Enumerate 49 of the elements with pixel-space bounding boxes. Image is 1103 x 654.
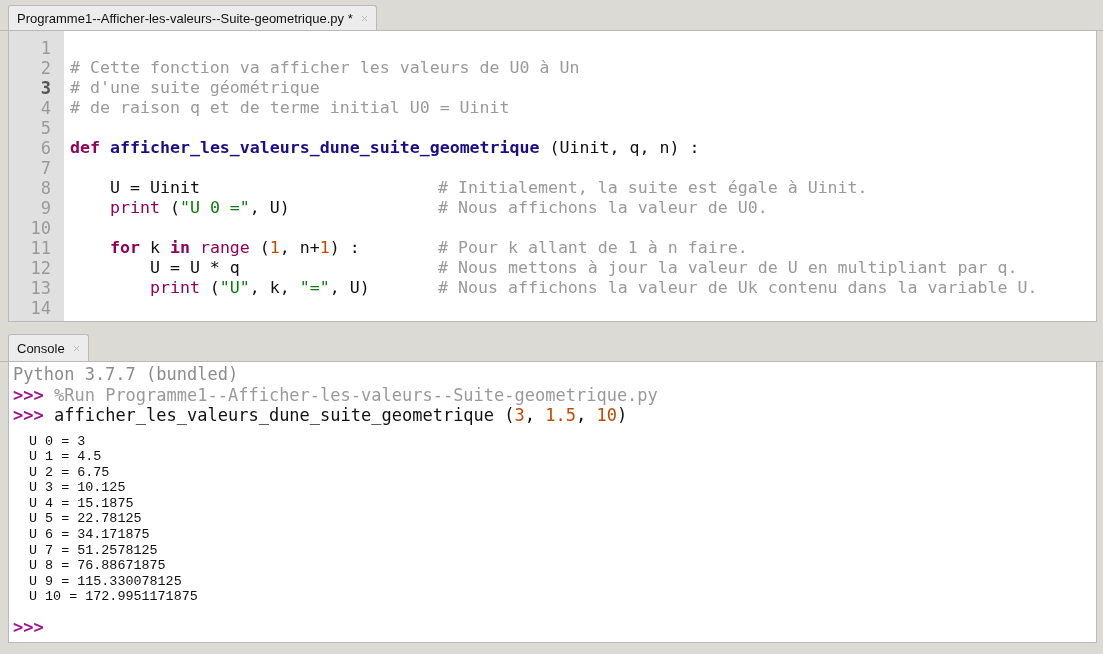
code-line: def afficher_les_valeurs_dune_suite_geometrique (Uinit, q, n) : xyxy=(70,138,700,157)
line-number: 7 xyxy=(39,158,52,178)
code-comment: # Initialement, la suite est égale à Uinit. xyxy=(438,178,868,198)
console-output: U 9 = 115.330078125 xyxy=(29,573,182,589)
console-output: U 4 = 15.1875 xyxy=(29,495,134,511)
console-output: U 1 = 4.5 xyxy=(29,449,102,465)
line-number: 8 xyxy=(39,178,52,198)
console-tab[interactable]: Console xyxy=(8,334,89,361)
prompt-marker[interactable]: >>> xyxy=(13,617,44,638)
interpreter-version-text: Python 3.7.7 (bundled) xyxy=(13,364,239,385)
code-comment: # Pour k allant de 1 à n faire. xyxy=(438,238,748,258)
line-number: 11 xyxy=(29,238,52,258)
code-line: # de raison q et de terme initial U0 = Uinit xyxy=(70,98,510,117)
line-number: 9 xyxy=(39,198,52,218)
code-comment: # Nous affichons la valeur de Uk contenu dans la variable U. xyxy=(438,278,1038,298)
close-icon[interactable] xyxy=(72,344,80,352)
line-number: 4 xyxy=(39,98,52,118)
code-line: print ("U 0 =", U) xyxy=(108,198,290,217)
console-output: U 2 = 6.75 xyxy=(29,464,110,480)
line-number: 10 xyxy=(29,218,52,238)
code-comment: # Nous mettons à jour la valeur de U en multipliant par q. xyxy=(438,258,1018,278)
code-line: for k in range (1, n+1) : xyxy=(108,238,360,257)
console-output: U 8 = 76.88671875 xyxy=(29,558,166,574)
console-command: afficher_les_valeurs_dune_suite_geometrique (3, 1.5, 10) xyxy=(53,405,628,426)
console-output: U 5 = 22.78125 xyxy=(29,511,142,527)
code-comment: # Nous affichons la valeur de U0. xyxy=(438,198,768,218)
code-line: U = U * q xyxy=(148,258,240,277)
close-icon[interactable] xyxy=(360,14,368,22)
console-output: U 6 = 34.171875 xyxy=(29,527,150,543)
line-number: 5 xyxy=(39,118,52,138)
line-number: 12 xyxy=(29,258,52,278)
editor-tab[interactable]: Programme1--Afficher-les-valeurs--Suite-geometrique.py * xyxy=(8,5,377,30)
prompt-marker: >>> xyxy=(13,405,45,426)
line-number: 13 xyxy=(29,278,52,298)
line-number: 1 xyxy=(39,38,52,58)
code-line: # Cette fonction va afficher les valeurs de U0 à Un xyxy=(70,58,580,77)
line-number: 2 xyxy=(39,58,52,78)
console-output: U 7 = 51.2578125 xyxy=(29,542,158,558)
console-command: %Run Programme1--Afficher-les-valeurs--Suite-geometrique.py xyxy=(53,384,658,405)
code-line: # d'une suite géométrique xyxy=(70,78,320,97)
line-number: 3 xyxy=(39,78,52,98)
line-number: 6 xyxy=(39,138,52,158)
prompt-marker: >>> xyxy=(13,384,45,405)
line-number: 14 xyxy=(29,298,52,318)
console-output: U 10 = 172.9951171875 xyxy=(29,589,198,605)
console-output: U 0 = 3 xyxy=(29,433,86,449)
code-line: print ("U", k, "=", U) xyxy=(148,278,370,297)
code-line: U = Uinit xyxy=(108,178,200,197)
console-output: U 3 = 10.125 xyxy=(29,480,126,496)
